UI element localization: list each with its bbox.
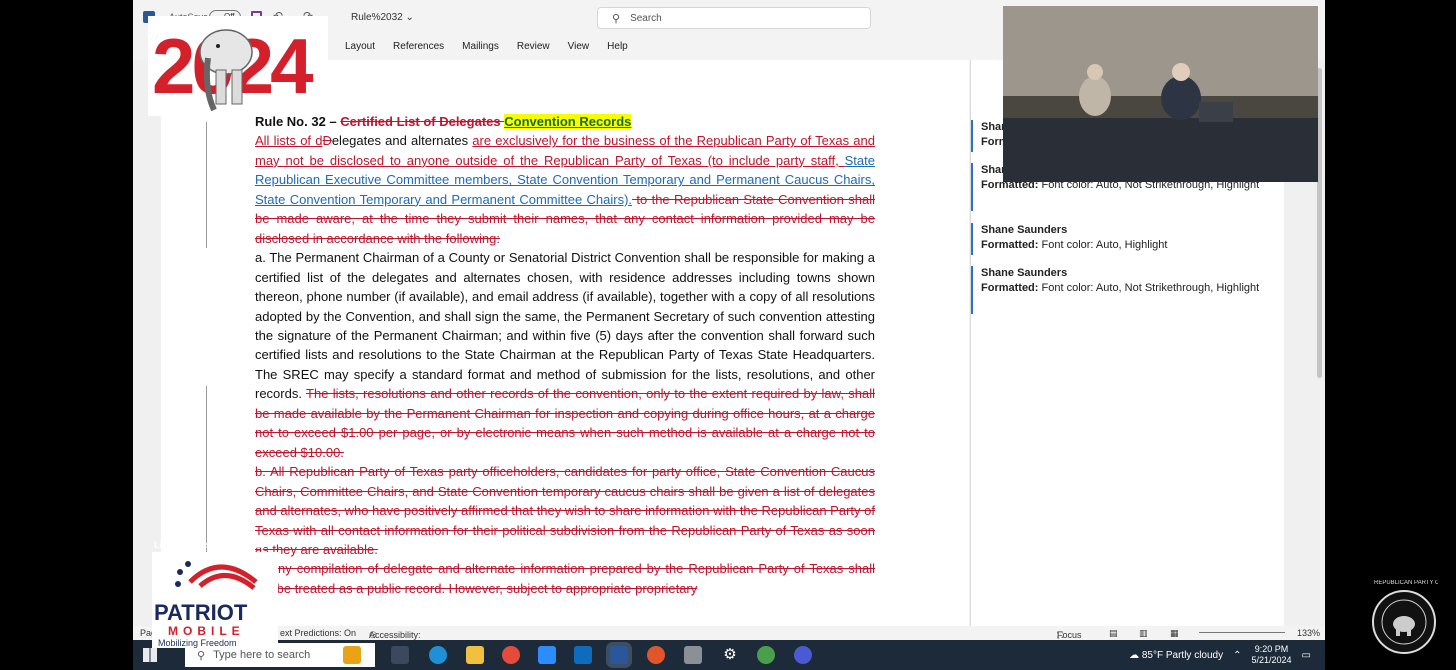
notification-icon[interactable]: ▭ [1302, 650, 1311, 661]
web-layout-icon[interactable]: ▦ [1170, 628, 1179, 639]
zoom-app-icon[interactable] [538, 646, 556, 664]
file-explorer-icon[interactable] [466, 646, 484, 664]
tab-review[interactable]: Review [517, 41, 550, 52]
search-icon: ⚲ [612, 12, 621, 25]
chrome-icon[interactable] [502, 646, 520, 664]
notification-app-icon[interactable] [794, 646, 812, 664]
print-layout-icon[interactable]: ▥ [1139, 628, 1148, 639]
store-icon[interactable] [343, 646, 361, 664]
year-logo: 2024 [148, 16, 328, 116]
revision-item[interactable]: Shane Saunders Formatted: Font color: Au… [971, 223, 1271, 255]
text-predictions-status[interactable]: ext Predictions: On [280, 628, 356, 638]
document-page[interactable]: Rule No. 32 – Certified List of Delegate… [161, 60, 969, 626]
conference-room-video [1003, 6, 1318, 182]
screen: AutoSave Off ↶ ↷ Rule%2032 ⌄ ⚲ Search La… [0, 0, 1456, 670]
chevron-down-icon: ⌄ [405, 12, 414, 23]
paragraph-c: c. Any compilation of delegate and alter… [255, 561, 875, 596]
taskbar: ⚲ Type here to search ⚙ ☁ 85°F Partly cl… [133, 640, 1325, 670]
revision-item[interactable]: Shane Saunders Formatted: Font color: Au… [971, 266, 1271, 314]
chevron-up-icon[interactable]: ⌃ [1233, 650, 1241, 661]
change-bar [206, 122, 207, 248]
app-icon[interactable] [684, 646, 702, 664]
seal-text: REPUBLICAN PARTY OF TEXAS [1374, 580, 1438, 586]
tab-references[interactable]: References [393, 41, 444, 52]
search-icon: ⚲ [197, 649, 206, 662]
outlook-icon[interactable] [574, 646, 592, 664]
zoom-level[interactable]: 133% [1297, 628, 1320, 638]
seal-elephant-icon [1381, 599, 1427, 645]
document-text[interactable]: Rule No. 32 – Certified List of Delegate… [255, 112, 875, 598]
weather-widget[interactable]: ☁ 85°F Partly cloudy [1129, 650, 1223, 661]
tab-layout[interactable]: Layout [345, 41, 375, 52]
rule-heading: Rule No. 32 – Certified List of Delegate… [255, 114, 632, 129]
tab-help[interactable]: Help [607, 41, 628, 52]
document-title[interactable]: Rule%2032 ⌄ [351, 12, 414, 23]
tab-view[interactable]: View [568, 41, 590, 52]
clock[interactable]: 9:20 PM 5/21/2024 [1252, 644, 1292, 666]
windows-start-icon[interactable] [143, 648, 157, 662]
flag-wave-icon [175, 561, 258, 590]
sponsor-name: PATRIOT [154, 600, 248, 625]
browser-icon[interactable] [647, 646, 665, 664]
revision-label: Formatted: [981, 239, 1039, 251]
zoom-slider[interactable] [1199, 632, 1285, 633]
camera-feed [1003, 6, 1318, 182]
revision-author: Shane Saunders [981, 267, 1068, 279]
word-taskbar-icon[interactable] [610, 646, 628, 664]
read-mode-icon[interactable]: ▤ [1109, 628, 1118, 639]
system-tray: ☁ 85°F Partly cloudy ⌃ 9:20 PM 5/21/2024… [1129, 644, 1311, 666]
tab-mailings[interactable]: Mailings [462, 41, 499, 52]
sponsor-sub: MOBILE [168, 624, 245, 638]
search-box[interactable]: ⚲ Search [597, 7, 871, 29]
revision-label: Formatted: [981, 282, 1039, 294]
chrome-profile-icon[interactable] [757, 646, 775, 664]
sponsor-tagline: Mobilizing Freedom [158, 638, 237, 648]
sponsor-label: Livestream sponsored by [154, 540, 266, 551]
edge-icon[interactable] [429, 646, 447, 664]
revision-author: Shane Saunders [981, 224, 1068, 236]
sponsor-overlay: Livestream sponsored by PATRIOT MOBILE M… [146, 538, 282, 650]
settings-gear-icon[interactable]: ⚙ [721, 646, 739, 664]
patriot-mobile-logo: PATRIOT MOBILE Mobilizing Freedom [152, 552, 278, 648]
paragraph-1: All lists of dDelegates and alternates a… [255, 133, 875, 246]
weather-icon: ☁ [1129, 649, 1142, 661]
task-view-icon[interactable] [391, 646, 409, 664]
party-seal: REPUBLICAN PARTY OF TEXAS [1372, 580, 1438, 654]
paragraph-b: b. All Republican Party of Texas party o… [255, 464, 875, 557]
elephant-icon [199, 29, 253, 112]
search-placeholder: Search [630, 12, 662, 24]
paragraph-a: a. The Permanent Chairman of a County or… [255, 250, 875, 460]
status-bar: Pag ext Predictions: On ⚇ Accessibility:… [133, 626, 1325, 650]
